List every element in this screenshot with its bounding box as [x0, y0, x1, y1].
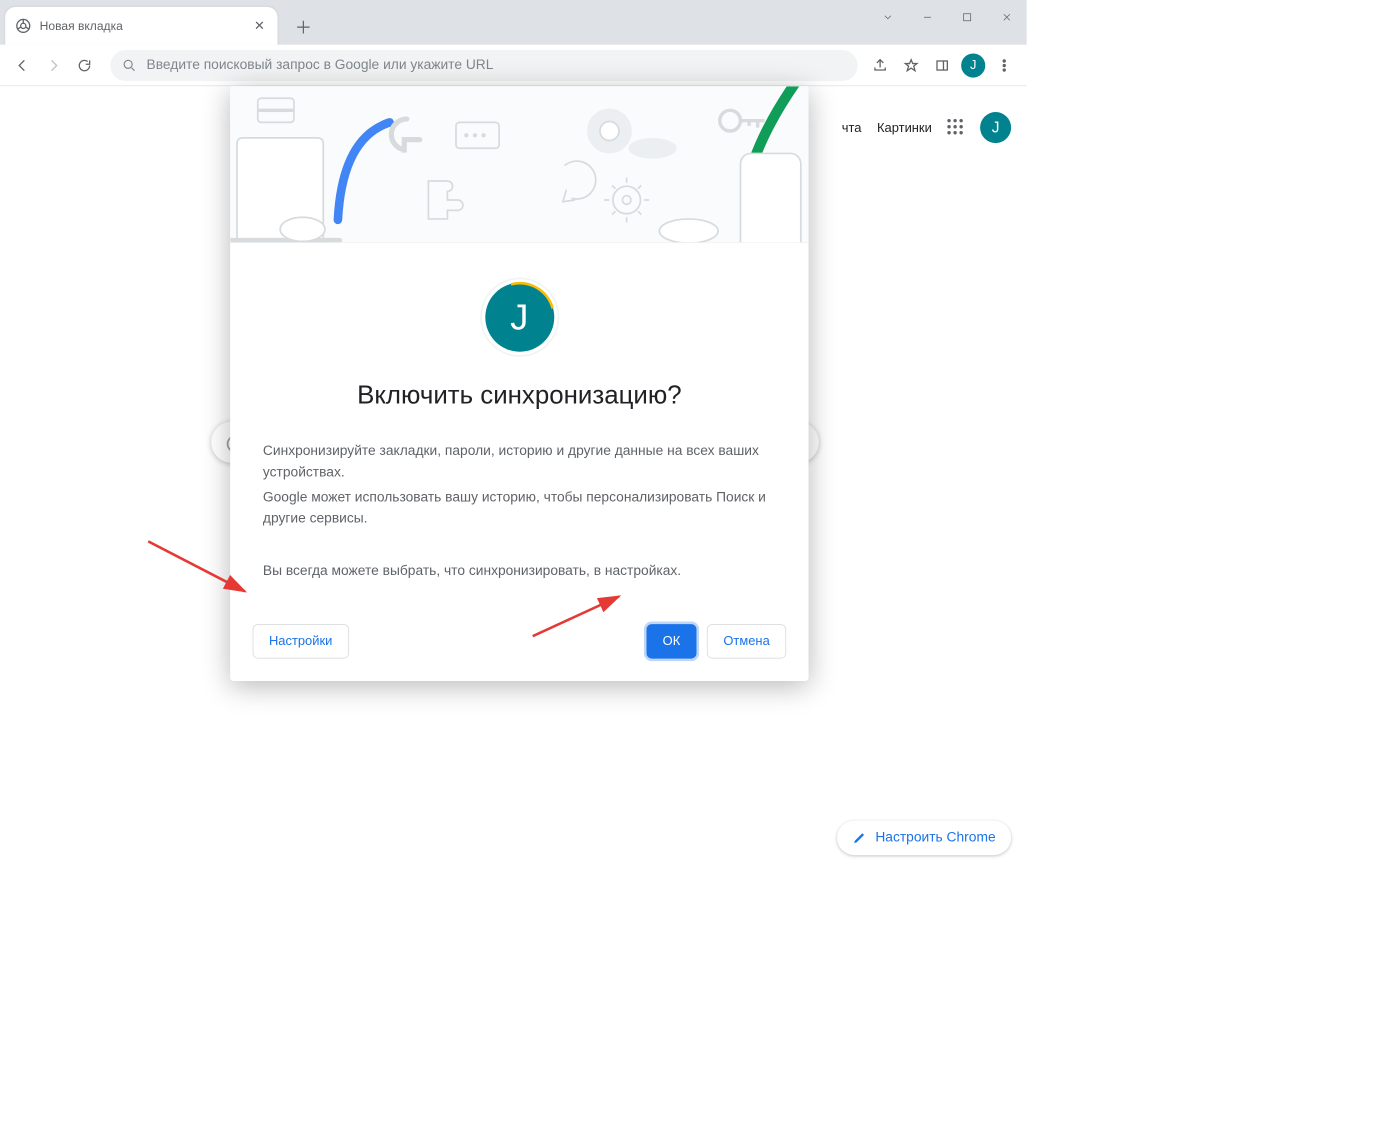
- images-link[interactable]: Картинки: [877, 120, 932, 135]
- ntp-profile-avatar[interactable]: J: [980, 112, 1011, 143]
- omnibox-placeholder: Введите поисковый запрос в Google или ук…: [147, 57, 494, 73]
- dialog-text-2: Google может использовать вашу историю, …: [263, 488, 776, 531]
- dialog-buttons: Настройки ОК Отмена: [230, 586, 808, 681]
- avatar-letter: J: [510, 297, 528, 338]
- share-icon[interactable]: [865, 50, 896, 81]
- dialog-avatar: J: [480, 278, 559, 357]
- kebab-menu-icon[interactable]: [989, 50, 1020, 81]
- cancel-button[interactable]: Отмена: [707, 624, 786, 658]
- reload-button[interactable]: [69, 50, 100, 81]
- new-tab-button[interactable]: ＋: [290, 12, 318, 40]
- window-maximize-button[interactable]: [947, 0, 987, 34]
- avatar-letter: J: [992, 119, 1000, 137]
- bookmark-star-icon[interactable]: [896, 50, 927, 81]
- tab-close-icon[interactable]: ✕: [252, 18, 268, 34]
- gmail-link[interactable]: чта: [842, 120, 862, 135]
- forward-button[interactable]: [38, 50, 69, 81]
- dialog-body: Синхронизируйте закладки, пароли, истори…: [230, 410, 808, 582]
- apps-grid-icon[interactable]: [947, 119, 964, 136]
- browser-tab[interactable]: Новая вкладка ✕: [5, 7, 277, 45]
- ok-button[interactable]: ОК: [646, 624, 696, 658]
- search-icon: [122, 58, 136, 72]
- dialog-text-1: Синхронизируйте закладки, пароли, истори…: [263, 441, 776, 484]
- dialog-hero-illustration: [230, 86, 808, 243]
- avatar-letter: J: [961, 53, 985, 77]
- back-button[interactable]: [7, 50, 38, 81]
- chrome-favicon-icon: [16, 18, 32, 34]
- ntp-header-links: чта Картинки J: [842, 112, 1011, 143]
- pencil-icon: [853, 831, 867, 845]
- side-panel-icon[interactable]: [927, 50, 958, 81]
- window-controls: [868, 0, 1027, 34]
- customize-chrome-label: Настроить Chrome: [875, 830, 995, 846]
- window-minimize-button[interactable]: [908, 0, 948, 34]
- chevron-down-icon[interactable]: [868, 0, 908, 34]
- sync-dialog: J Включить синхронизацию? Синхронизируйт…: [230, 86, 808, 681]
- tab-title: Новая вкладка: [40, 19, 252, 33]
- omnibox[interactable]: Введите поисковый запрос в Google или ук…: [110, 50, 857, 81]
- dialog-title: Включить синхронизацию?: [230, 381, 808, 410]
- window-close-button[interactable]: [987, 0, 1027, 34]
- customize-chrome-button[interactable]: Настроить Chrome: [837, 821, 1011, 855]
- profile-avatar-toolbar[interactable]: J: [958, 50, 989, 81]
- dialog-text-3: Вы всегда можете выбрать, что синхронизи…: [263, 561, 776, 582]
- settings-button[interactable]: Настройки: [253, 624, 349, 658]
- browser-toolbar: Введите поисковый запрос в Google или ук…: [0, 45, 1027, 86]
